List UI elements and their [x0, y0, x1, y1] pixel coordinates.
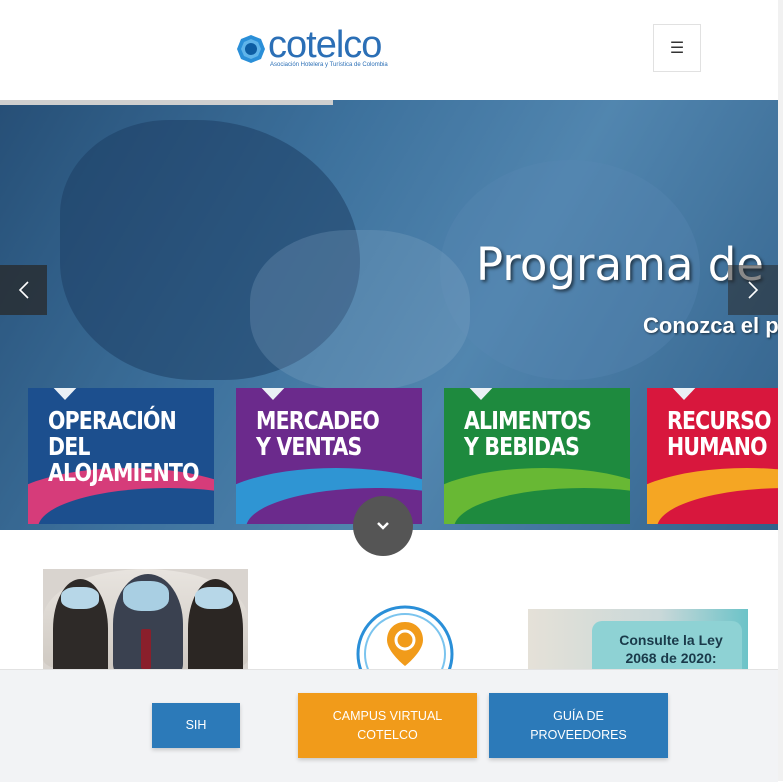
program-card-recurso-humano: RECURSO HUMANO — [647, 388, 778, 524]
quick-links-bar: SIH CAMPUS VIRTUAL COTELCO GUÍA DE PROVE… — [0, 669, 778, 782]
program-card-label: MERCADEO Y VENTAS — [256, 406, 380, 461]
chevron-right-icon — [748, 281, 759, 299]
campus-virtual-button[interactable]: CAMPUS VIRTUAL COTELCO — [298, 693, 477, 758]
page-scrollbar[interactable] — [778, 0, 783, 781]
site-header: cotelco Asociación Hotelera y Turística … — [0, 0, 783, 100]
menu-button[interactable]: ☰ — [653, 24, 701, 72]
program-card-alojamiento: OPERACIÓN DEL ALOJAMIENTO — [28, 388, 214, 524]
news-thumbnail-law[interactable]: Consulte la Ley 2068 de 2020: — [528, 609, 748, 671]
logo-tagline: Asociación Hotelera y Turística de Colom… — [270, 62, 388, 68]
hero-title: Programa de — [476, 238, 764, 291]
slider-prev-button[interactable] — [0, 265, 47, 315]
slider-next-button[interactable] — [728, 265, 778, 315]
chevron-left-icon — [18, 281, 29, 299]
law-banner-text: Consulte la Ley 2068 de 2020: — [619, 632, 723, 666]
cotelco-logo[interactable]: cotelco Asociación Hotelera y Turística … — [236, 26, 388, 68]
guia-proveedores-button[interactable]: GUÍA DE PROVEEDORES — [489, 693, 668, 758]
hero-slider: Programa de Conozca el p OPERACIÓN DEL A… — [0, 100, 778, 530]
slider-progress-bar — [0, 100, 333, 105]
news-thumbnail-logo[interactable] — [355, 604, 455, 703]
hero-subtitle: Conozca el p — [643, 313, 778, 338]
program-card-label: RECURSO HUMANO — [667, 406, 772, 461]
scroll-down-button[interactable] — [353, 496, 413, 556]
logo-mark-icon — [236, 34, 266, 64]
news-thumbnail-people[interactable] — [43, 569, 248, 669]
program-card-label: ALIMENTOS Y BEBIDAS — [464, 406, 592, 461]
card-pointer-icon — [48, 388, 82, 400]
program-card-label: OPERACIÓN DEL ALOJAMIENTO — [48, 406, 200, 487]
card-pointer-icon — [464, 388, 498, 400]
logo-wordmark: cotelco — [268, 24, 382, 66]
card-pointer-icon — [667, 388, 701, 400]
card-pointer-icon — [256, 388, 290, 400]
hamburger-icon: ☰ — [669, 40, 685, 57]
chevron-down-icon — [377, 522, 389, 530]
program-card-alimentos: ALIMENTOS Y BEBIDAS — [444, 388, 630, 524]
sih-button[interactable]: SIH — [152, 703, 240, 748]
